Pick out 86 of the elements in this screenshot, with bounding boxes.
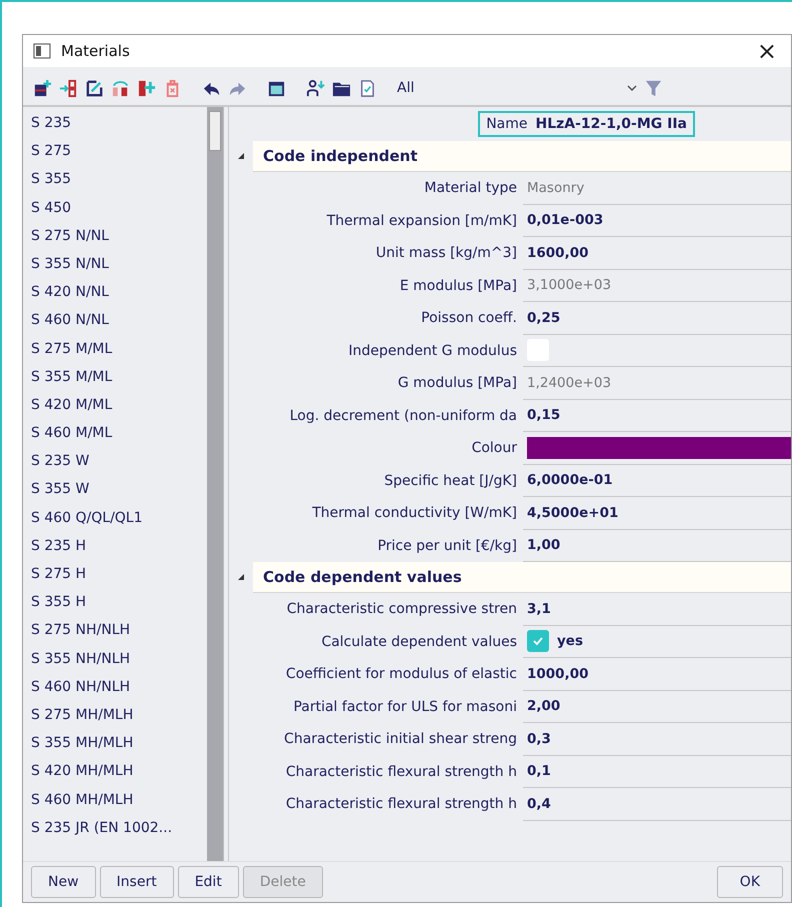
property-value[interactable]: 6,0000e-01 [527,472,613,488]
filter-icon[interactable] [644,78,663,98]
material-list-item[interactable]: S 420 N/NL [31,278,207,306]
property-value[interactable]: 1000,00 [527,666,588,682]
insert-icon[interactable] [59,78,78,98]
filter-dropdown[interactable]: All [397,80,637,96]
colour-swatch[interactable] [527,436,791,459]
check-icon [532,636,544,646]
material-list-item[interactable]: S 235 W [31,447,207,476]
material-list-item[interactable]: S 275 N/NL [31,222,207,250]
material-list-item[interactable]: S 275 [31,137,207,166]
user-download-icon[interactable] [306,78,325,98]
window-icon [33,43,51,59]
material-list-item[interactable]: S 355 N/NL [31,250,207,278]
collapse-triangle-icon[interactable] [237,152,245,160]
material-list-item[interactable]: S 275 NH/NLH [31,616,207,645]
property-label: Thermal expansion [m/mK] [326,212,518,229]
property-label: Material type [423,180,518,196]
property-value[interactable]: 4,5000e+01 [527,504,618,521]
material-list-item[interactable]: S 420 MH/MLH [31,757,207,786]
material-list-item[interactable]: S 355 [31,165,207,194]
property-label: Characteristic initial shear streng [283,731,518,748]
property-value[interactable]: 0,15 [527,407,560,424]
material-list-item[interactable]: S 355 W [31,475,207,504]
property-label: Specific heat [J/gK] [383,472,518,489]
section-header: Code independent [262,147,418,165]
property-label: Partial factor for ULS for masoni [292,698,518,715]
property-label: Colour [470,440,518,456]
property-value[interactable]: 0,3 [527,730,551,747]
material-list-item[interactable]: S 460 M/ML [31,419,207,448]
property-value[interactable]: 0,1 [527,763,551,780]
material-list-item[interactable]: S 235 JR (EN 1002... [31,814,207,842]
property-label: Characteristic compressive stren [286,601,518,618]
material-list-item[interactable]: S 275 H [31,560,207,588]
close-button[interactable]: × [752,37,781,65]
collapse-triangle-icon[interactable] [237,573,245,581]
material-list-item[interactable]: S 420 M/ML [31,390,207,420]
property-value[interactable]: 0,01e-003 [527,212,604,228]
material-list-item[interactable]: S 450 [31,194,207,222]
checked-document-icon[interactable] [358,78,377,98]
window-title: Materials [61,42,131,60]
property-value[interactable]: 1,00 [527,537,560,554]
property-value[interactable]: 0,4 [527,796,551,812]
material-list-item[interactable]: S 355 H [31,588,207,616]
material-list-item[interactable]: S 355 NH/NLH [31,644,207,673]
dialog-button[interactable]: Insert [100,866,174,898]
property-value[interactable]: 3,1 [527,600,551,617]
property-label: Independent G modulus [347,342,518,359]
property-label: Unit mass [kg/m^3] [374,245,518,262]
ok-button[interactable]: OK [716,866,783,898]
material-list-item[interactable]: S 460 N/NL [31,306,207,334]
material-list-item[interactable]: S 235 H [31,532,207,560]
material-list-item[interactable]: S 275 M/ML [31,334,207,363]
material-list-item[interactable]: S 355 M/ML [31,362,207,391]
property-value[interactable]: 3,1000e+03 [527,277,612,294]
property-label: Poisson coeff. [420,310,518,326]
property-value[interactable]: 2,00 [527,698,560,714]
property-label: E modulus [MPa] [398,278,518,294]
add-record-icon[interactable] [33,78,52,98]
property-label: Price per unit [€/kg] [376,538,518,554]
property-value[interactable]: Masonry [527,180,584,196]
checkbox-value: yes [557,633,583,650]
property-label: G modulus [MPa] [396,375,518,392]
dialog-button[interactable]: New [31,866,96,898]
name-field[interactable]: Name HLzA-12-1,0-MG IIa [478,111,695,137]
material-list-item[interactable]: S 275 MH/MLH [31,700,207,730]
section-header: Code dependent values [262,568,462,586]
material-list-item[interactable]: S 460 NH/NLH [31,672,207,701]
material-list-item[interactable]: S 235 [31,109,207,138]
property-label: Calculate dependent values [320,634,518,650]
edit-icon[interactable] [85,78,104,98]
property-label: Coefficient for modulus of elastic [284,666,518,682]
property-label: Characteristic flexural strength h [284,796,518,812]
caret-icon [627,85,637,91]
property-label: Characteristic flexural strength h [284,764,518,780]
material-list-item[interactable]: S 460 Q/QL/QL1 [31,504,207,532]
checkbox[interactable] [527,630,549,652]
material-list-item[interactable]: S 355 MH/MLH [31,729,207,758]
material-list-item[interactable]: S 460 MH/MLH [31,786,207,814]
property-value[interactable]: 1,2400e+03 [527,374,612,391]
property-value[interactable]: 1600,00 [527,244,588,261]
property-value[interactable]: 0,25 [527,310,560,326]
scrollbar[interactable] [207,107,223,861]
dialog-button[interactable]: Edit [178,866,239,898]
property-label: Log. decrement (non-uniform da [288,408,518,424]
property-label: Thermal conductivity [W/mK] [311,505,518,522]
